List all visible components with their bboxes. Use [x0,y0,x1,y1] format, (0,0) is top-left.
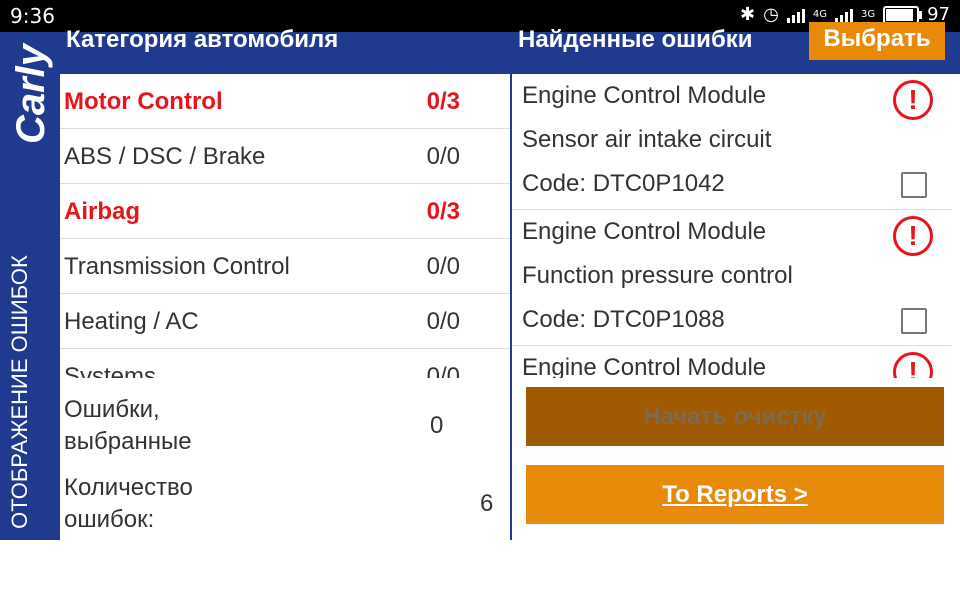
to-reports-button[interactable]: To Reports > [526,465,944,524]
header-bar: Категория автомобиля Найденные ошибки Вы… [60,22,960,74]
select-button[interactable]: Выбрать [809,22,945,60]
error-module: Engine Control Module [522,82,767,109]
error-item[interactable]: Engine Control Module! Sensor air intake … [512,74,952,210]
error-select-checkbox[interactable] [901,308,927,334]
rail-title: ОТОБРАЖЕНИЕ ОШИБОК [7,255,32,529]
alert-icon: ! [893,352,933,378]
selected-errors-label: Ошибки, выбранные [64,394,324,458]
category-name: Heating / AC [64,308,199,335]
carly-logo: Carly [9,43,53,145]
battery-icon [883,5,923,24]
error-code: Code: DTC0P1088 [522,306,725,333]
error-count-label-line1: Количество [64,474,193,501]
category-count: 0/3 [426,88,460,115]
error-select-checkbox[interactable] [901,172,927,198]
category-name: Systems [64,363,157,378]
category-row[interactable]: Motor Control 0/3 [60,74,510,129]
category-row[interactable]: Systems 0/0 [60,349,510,378]
category-row[interactable]: Transmission Control 0/0 [60,239,510,294]
errors-panel: Engine Control Module! Sensor air intake … [512,74,960,540]
alert-icon: ! [893,216,933,256]
signal-2-icon [834,7,853,23]
errors-header: Найденные ошибки [518,26,753,53]
category-count: 0/0 [426,308,460,335]
selected-errors-value: 0 [430,412,444,439]
error-count-label-line2: ошибок: [64,506,155,533]
error-item[interactable]: Engine Control Module! Function pressure … [512,210,952,346]
category-name: Airbag [64,198,141,225]
selected-errors-label-line2: выбранные [64,428,192,455]
category-name: Transmission Control [64,253,290,280]
category-list[interactable]: Motor Control 0/3 ABS / DSC / Brake 0/0 Airb… [60,74,510,378]
category-row[interactable]: Heating / AC 0/0 [60,294,510,349]
category-count: 0/0 [426,363,460,378]
error-module: Engine Control Module [522,218,767,245]
error-item[interactable]: Engine Control Module! [512,346,952,378]
network-1-label: 4G [812,9,827,20]
error-count-label: Количество ошибок: [64,472,324,536]
error-description: Function pressure control [522,262,793,289]
category-row[interactable]: ABS / DSC / Brake 0/0 [60,129,510,184]
category-row[interactable]: Airbag 0/3 [60,184,510,239]
network-2-label: 3G [860,9,876,20]
category-count: 0/3 [426,198,460,225]
side-rail: Carly ОТОБРАЖЕНИЕ ОШИБОК [0,32,60,540]
error-module: Engine Control Module [522,354,767,378]
category-name: ABS / DSC / Brake [64,143,266,170]
start-clearing-button[interactable]: Начать очистку [526,387,944,446]
alarm-icon: ◷ [763,4,779,25]
category-name: Motor Control [64,88,223,115]
signal-1-icon [786,7,805,23]
selected-errors-label-line1: Ошибки, [64,396,160,423]
category-header: Категория автомобиля [66,26,339,53]
status-time: 9:36 [10,4,55,28]
alert-icon: ! [893,80,933,120]
error-count-value: 6 [480,490,494,517]
battery-fill [886,8,914,21]
category-panel: Motor Control 0/3 ABS / DSC / Brake 0/0 Airb… [60,74,510,540]
bluetooth-icon: ✱ [740,4,756,25]
error-list[interactable]: Engine Control Module! Sensor air intake … [512,74,952,378]
error-description: Sensor air intake circuit [522,126,772,153]
category-count: 0/0 [426,253,460,280]
category-count: 0/0 [426,143,460,170]
error-code: Code: DTC0P1042 [522,170,725,197]
